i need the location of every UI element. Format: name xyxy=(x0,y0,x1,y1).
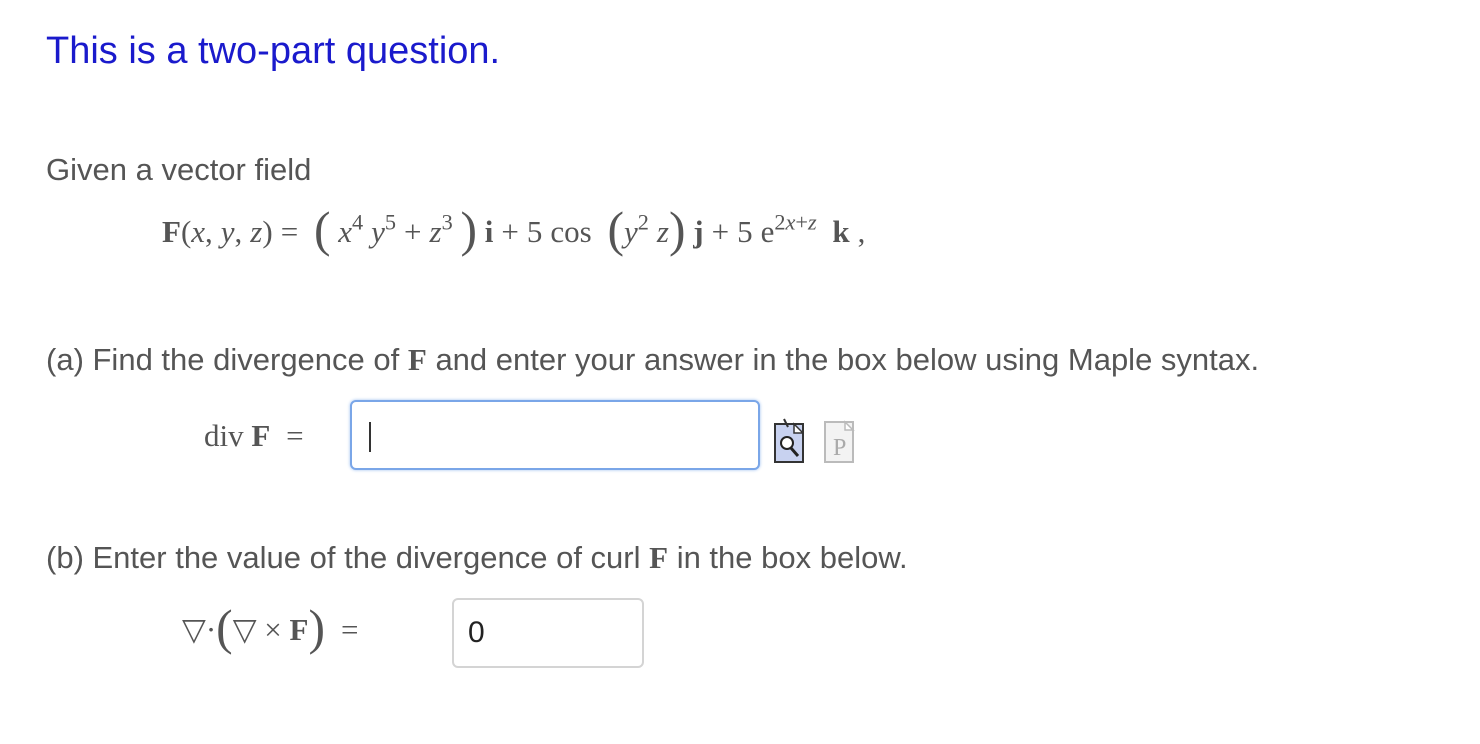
divergence-answer-input[interactable] xyxy=(350,400,760,470)
intro-text: Given a vector field xyxy=(46,152,312,187)
svg-text:P: P xyxy=(833,435,846,461)
divergence-of-curl-input[interactable]: 0 xyxy=(452,598,644,668)
div-text: div xyxy=(204,418,244,453)
div-curl-label: ▽·(▽ × F) = xyxy=(182,599,359,655)
part-a-symbol: F xyxy=(407,342,427,377)
unit-k: k xyxy=(832,214,850,249)
div-equals: = xyxy=(286,418,304,453)
field-symbol: F xyxy=(162,214,181,249)
preview-icon[interactable] xyxy=(774,418,804,464)
nabla-symbol: ▽ xyxy=(182,612,206,647)
unit-j: j xyxy=(693,214,704,249)
text-caret xyxy=(369,422,371,452)
part-a-prefix: (a) Find the divergence of xyxy=(46,342,400,377)
part-b-suffix: in the box below. xyxy=(676,540,908,575)
unit-i: i xyxy=(484,214,494,249)
question-heading: This is a two-part question. xyxy=(46,30,501,72)
part-a-prompt: (a) Find the divergence of F and enter y… xyxy=(46,342,1259,378)
div-symbol: F xyxy=(251,418,271,453)
div-label: div F = xyxy=(204,418,304,454)
part-b-symbol: F xyxy=(649,540,669,575)
p-icon[interactable]: P xyxy=(824,418,856,464)
part-b-prompt: (b) Enter the value of the divergence of… xyxy=(46,540,908,576)
vector-field-formula: F(x, y, z) = ( x4 y5 + z3 ) i +5 cos (y2 z) j +5 e2… xyxy=(162,201,866,257)
part-b-prefix: (b) Enter the value of the divergence of… xyxy=(46,540,641,575)
part-a-suffix: and enter your answer in the box below u… xyxy=(435,342,1260,377)
